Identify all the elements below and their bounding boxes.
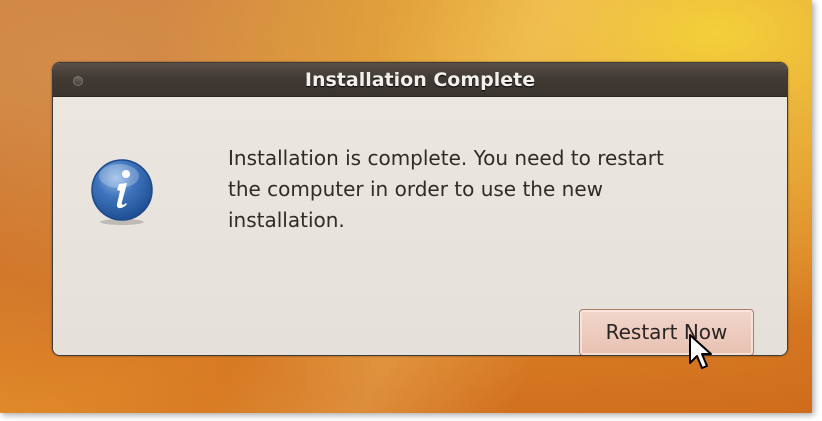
installation-complete-dialog: Installation Complete Installation is co… — [52, 62, 788, 356]
dialog-body: Installation is complete. You need to re… — [53, 97, 787, 355]
restart-now-button[interactable]: Restart Now — [579, 309, 754, 355]
info-icon — [91, 159, 153, 225]
mouse-pointer-icon — [689, 334, 712, 369]
dialog-message: Installation is complete. You need to re… — [228, 146, 664, 232]
dialog-title: Installation Complete — [304, 69, 536, 91]
dialog-titlebar[interactable]: Installation Complete — [53, 63, 787, 97]
